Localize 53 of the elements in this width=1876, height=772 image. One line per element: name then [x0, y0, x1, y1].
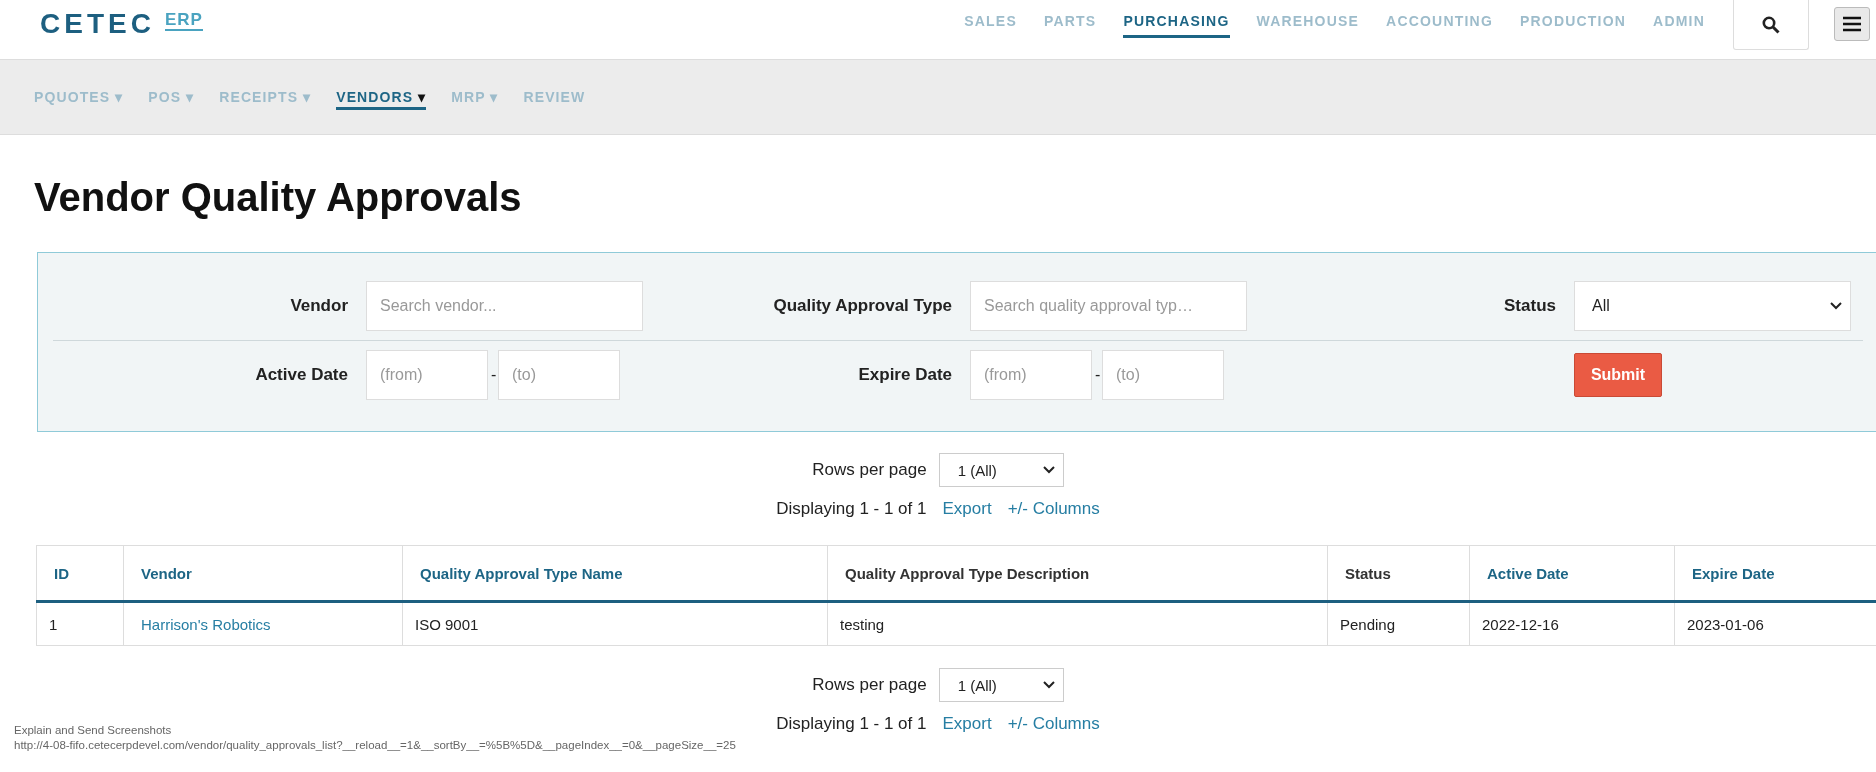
- pagination-link[interactable]: Export: [942, 499, 992, 519]
- table-cell: testing: [827, 601, 1328, 646]
- column-header[interactable]: Quality Approval Type Name: [402, 545, 828, 602]
- subnav-tab[interactable]: VENDORS ▾: [336, 86, 427, 110]
- table-cell: 2022-12-16: [1469, 601, 1675, 646]
- active-date-label: Active Date: [254, 365, 348, 385]
- status-label: Status: [1503, 296, 1556, 316]
- vendor-label: Vendor: [289, 296, 348, 316]
- overlay-title: Explain and Send Screenshots: [14, 723, 173, 738]
- displaying-count: Displaying 1 - 1 of 1: [776, 499, 927, 519]
- column-header[interactable]: Vendor: [123, 545, 403, 602]
- table-cell: 2023-01-06: [1674, 601, 1876, 646]
- table-cell: Pending: [1327, 601, 1470, 646]
- date-from-field[interactable]: (from): [366, 350, 488, 400]
- rows-per-page-select[interactable]: 1 (All): [938, 668, 1064, 702]
- pagination-link[interactable]: +/- Columns: [1007, 499, 1100, 519]
- pagination-link[interactable]: Export: [942, 714, 992, 734]
- column-header: Quality Approval Type Description: [827, 545, 1328, 602]
- chevron-down-icon: [1042, 681, 1055, 689]
- column-header[interactable]: Expire Date: [1674, 545, 1876, 602]
- pagination-link[interactable]: +/- Columns: [1007, 714, 1100, 734]
- vendor-link[interactable]: Harrison's Robotics: [123, 601, 403, 646]
- chevron-down-icon: [1830, 302, 1842, 310]
- vendor-search-field[interactable]: Search vendor...: [366, 281, 643, 331]
- search-button[interactable]: [1733, 0, 1809, 50]
- rows-per-page-label: Rows per page: [812, 675, 927, 695]
- nav-tab[interactable]: PURCHASING: [1123, 12, 1230, 38]
- menu-button[interactable]: [1834, 7, 1870, 41]
- approval-type-label: Quality Approval Type: [772, 296, 952, 316]
- rows-per-page-label: Rows per page: [812, 460, 927, 480]
- date-separator: -: [1095, 366, 1099, 384]
- page-title: Vendor Quality Approvals: [34, 174, 523, 221]
- column-header[interactable]: ID: [36, 545, 124, 602]
- column-header[interactable]: Active Date: [1469, 545, 1675, 602]
- displaying-count: Displaying 1 - 1 of 1: [776, 714, 927, 734]
- status-url: http://4-08-fifo.cetecerpdevel.com/vendor/quality_approvals_list?__reload__=1&__sortBy__=%5B%5D&__pageIndex__=0&__pageSize__=25: [14, 738, 736, 753]
- expire-date-label: Expire Date: [857, 365, 952, 385]
- menu-icon: [1842, 16, 1862, 32]
- date-separator: -: [491, 366, 495, 384]
- column-header: Status: [1327, 545, 1470, 602]
- date-to-field[interactable]: (to): [1102, 350, 1224, 400]
- chevron-down-icon: [1042, 466, 1055, 474]
- search-icon: [1762, 15, 1780, 34]
- table-cell: 1: [36, 601, 124, 646]
- date-to-field[interactable]: (to): [498, 350, 620, 400]
- approval-type-search-field[interactable]: Search quality approval typ…: [970, 281, 1247, 331]
- logo-suffix[interactable]: ERP: [164, 11, 203, 31]
- date-from-field[interactable]: (from): [970, 350, 1092, 400]
- status-select[interactable]: All: [1574, 281, 1851, 331]
- table-cell: ISO 9001: [402, 601, 828, 646]
- logo[interactable]: CETEC: [40, 10, 155, 38]
- submit-button[interactable]: Submit: [1574, 353, 1662, 397]
- rows-per-page-select[interactable]: 1 (All): [938, 453, 1064, 487]
